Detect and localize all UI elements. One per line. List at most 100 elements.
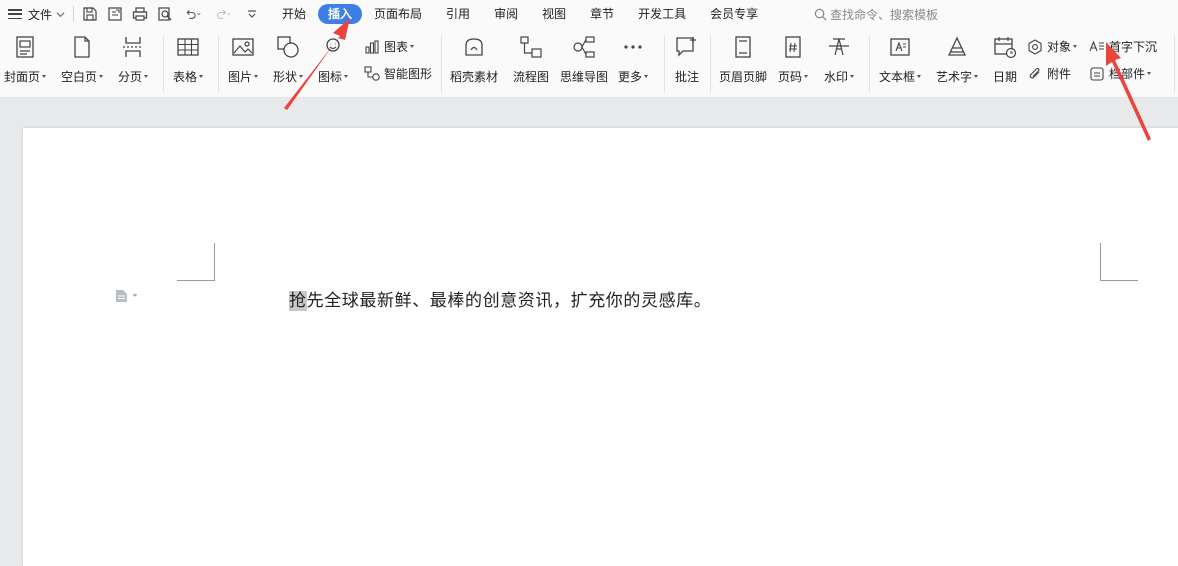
tab-member[interactable]: 会员专享	[698, 4, 770, 24]
more-button[interactable]: 更多	[618, 34, 649, 85]
tab-section[interactable]: 章节	[578, 4, 626, 24]
blank-page-button[interactable]: 空白页	[61, 34, 104, 85]
comment-icon	[676, 37, 696, 57]
assets-icon	[465, 38, 483, 56]
cover-page-label: 封面页	[4, 70, 41, 84]
ribbon-tabs: 开始 插入 页面布局 引用 审阅 视图 章节 开发工具 会员专享	[270, 0, 770, 28]
mind-map-icon	[573, 36, 595, 58]
flowchart-label: 流程图	[513, 70, 550, 84]
print-preview-icon[interactable]	[157, 6, 173, 22]
date-button[interactable]: 日期	[992, 34, 1018, 85]
word-art-icon	[947, 36, 967, 56]
header-footer-label: 页眉页脚	[719, 70, 768, 84]
redo-icon[interactable]	[213, 6, 235, 22]
doc-parts-label: 档部件	[1109, 67, 1146, 81]
icon-library-icon	[326, 38, 340, 52]
search-icon	[814, 8, 827, 21]
header-footer-button[interactable]: 页眉页脚	[719, 34, 767, 85]
blank-page-icon	[74, 36, 90, 58]
page-break-button[interactable]: 分页	[118, 34, 149, 85]
cover-page-icon	[16, 36, 34, 58]
attachment-button[interactable]: 附件	[1027, 65, 1071, 82]
watermark-icon	[829, 38, 849, 56]
smart-art-button[interactable]: 智能图形	[364, 65, 432, 82]
smart-art-label: 智能图形	[384, 67, 433, 81]
tab-home[interactable]: 开始	[270, 4, 318, 24]
paragraph-text[interactable]: 先全球最新鲜、最棒的创意资讯，扩充你的灵感库。	[307, 291, 712, 311]
tab-page-layout[interactable]: 页面布局	[362, 4, 434, 24]
mind-map-button[interactable]: 思维导图	[560, 34, 608, 85]
word-art-label: 艺术字	[936, 70, 973, 84]
customize-toolbar-icon[interactable]	[244, 6, 260, 22]
picture-icon	[232, 38, 254, 56]
drop-cap-icon	[1089, 39, 1104, 51]
mind-map-label: 思维导图	[560, 70, 609, 84]
straw-assets-label: 稻壳素材	[450, 70, 499, 84]
divider	[869, 36, 870, 92]
picture-label: 图片	[228, 70, 253, 84]
attachment-label: 附件	[1047, 67, 1072, 81]
flowchart-icon	[520, 36, 542, 58]
table-button[interactable]: 表格	[173, 34, 204, 85]
page-number-button[interactable]: 页码	[778, 34, 809, 85]
tab-review[interactable]: 审阅	[482, 4, 530, 24]
blank-page-label: 空白页	[61, 70, 98, 84]
file-menu[interactable]: 文件	[28, 6, 52, 23]
export-pdf-icon[interactable]	[107, 6, 123, 22]
divider	[710, 36, 711, 92]
selected-character[interactable]: 抢	[289, 291, 307, 311]
page-number-label: 页码	[778, 70, 803, 84]
chart-label: 图表	[384, 40, 409, 54]
page-break-label: 分页	[118, 70, 143, 84]
paragraph-layout-icon	[116, 290, 127, 302]
save-icon[interactable]	[82, 6, 98, 22]
page-break-icon	[123, 37, 143, 57]
header-footer-icon	[735, 36, 751, 58]
picture-button[interactable]: 图片	[228, 34, 259, 85]
smart-art-icon	[364, 65, 380, 81]
margin-corner-top-right	[1100, 243, 1138, 281]
word-art-button[interactable]: 艺术字	[936, 34, 979, 85]
text-box-button[interactable]: 文本框	[879, 34, 922, 85]
insert-ribbon: 封面页 空白页 分页 表格 图片 形状 图标 图表 智能图形 稻壳素材 流程图 …	[0, 28, 1178, 98]
tab-insert[interactable]: 插入	[318, 4, 363, 24]
print-icon[interactable]	[132, 6, 148, 22]
comment-button[interactable]: 批注	[674, 34, 700, 85]
undo-icon[interactable]	[182, 6, 204, 22]
object-button[interactable]: 对象	[1027, 38, 1078, 55]
command-search[interactable]: 查找命令、搜索模板	[814, 0, 938, 28]
chart-button[interactable]: 图表	[364, 38, 415, 55]
document-paragraph[interactable]: 抢先全球最新鲜、最棒的创意资讯，扩充你的灵感库。	[289, 286, 711, 311]
tab-references[interactable]: 引用	[434, 4, 482, 24]
divider	[1174, 36, 1175, 92]
shape-button[interactable]: 形状	[273, 34, 304, 85]
margin-corner-top-left	[177, 243, 215, 281]
chevron-down-icon	[132, 294, 138, 297]
divider	[218, 36, 219, 92]
drop-cap-button[interactable]: 首字下沉	[1089, 38, 1157, 55]
paragraph-options[interactable]	[115, 289, 139, 303]
tab-view[interactable]: 视图	[530, 4, 578, 24]
shape-icon	[277, 36, 299, 58]
divider	[73, 6, 75, 22]
doc-parts-button[interactable]: 档部件	[1089, 65, 1152, 82]
watermark-button[interactable]: 水印	[824, 34, 855, 85]
quick-access-toolbar	[82, 6, 269, 22]
table-icon	[177, 38, 199, 56]
more-label: 更多	[618, 70, 643, 84]
icon-label: 图标	[318, 70, 343, 84]
search-placeholder: 查找命令、搜索模板	[830, 7, 939, 22]
menu-icon[interactable]	[8, 9, 22, 19]
icon-button[interactable]: 图标	[318, 34, 349, 85]
table-label: 表格	[173, 70, 198, 84]
object-icon	[1028, 38, 1042, 55]
cover-page-button[interactable]: 封面页	[4, 34, 47, 85]
straw-assets-button[interactable]: 稻壳素材	[450, 34, 498, 85]
flowchart-button[interactable]: 流程图	[513, 34, 549, 85]
tab-developer[interactable]: 开发工具	[626, 4, 698, 24]
text-box-label: 文本框	[879, 70, 916, 84]
document-page[interactable]	[23, 128, 1178, 566]
chevron-down-icon[interactable]	[56, 10, 65, 19]
shape-label: 形状	[273, 70, 298, 84]
text-box-icon	[890, 38, 910, 56]
